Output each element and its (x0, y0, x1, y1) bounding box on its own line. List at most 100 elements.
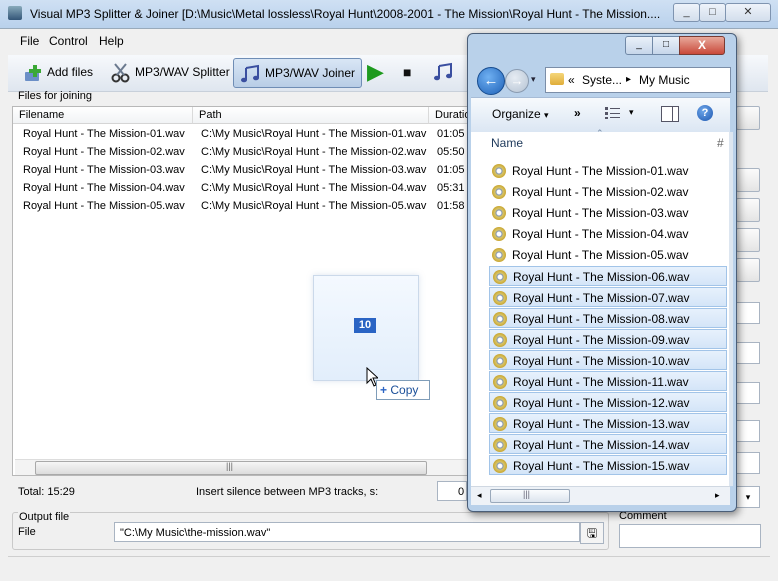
explorer-file-item[interactable]: Royal Hunt - The Mission-11.wav (489, 371, 727, 391)
address-parent[interactable]: Syste... (582, 68, 622, 92)
history-dropdown[interactable]: ▾ (531, 74, 536, 85)
explorer-file-name: Royal Hunt - The Mission-04.wav (512, 227, 689, 241)
organize-button[interactable]: Organize ▾ (492, 107, 549, 121)
music-notes-icon (240, 64, 262, 84)
side-field-5[interactable] (736, 452, 760, 474)
wav-file-icon (492, 227, 506, 241)
explorer-close-button[interactable]: X (679, 36, 725, 55)
forward-button[interactable]: → (505, 69, 529, 93)
explorer-file-item[interactable]: Royal Hunt - The Mission-03.wav (489, 203, 727, 223)
views-arrow-icon[interactable]: ▾ (629, 107, 634, 118)
add-files-button[interactable]: Add files (16, 58, 99, 86)
side-button-1[interactable] (736, 106, 760, 130)
explorer-file-item[interactable]: Royal Hunt - The Mission-15.wav (489, 455, 727, 475)
close-button[interactable]: ✕ (725, 3, 771, 22)
table-row[interactable]: Royal Hunt - The Mission-02.wav C:\My Mus… (13, 143, 483, 161)
wav-file-icon (493, 396, 507, 410)
explorer-file-item[interactable]: Royal Hunt - The Mission-12.wav (489, 392, 727, 412)
wav-file-icon (493, 333, 507, 347)
output-file-input[interactable]: "C:\My Music\the-mission.wav" (114, 522, 580, 542)
maximize-button[interactable]: □ (699, 3, 726, 22)
explorer-file-name: Royal Hunt - The Mission-13.wav (513, 417, 690, 431)
cell-duration: 01:05 (437, 128, 465, 140)
preview-pane-icon[interactable] (661, 106, 679, 122)
menu-control[interactable]: Control (49, 34, 88, 48)
side-field-1[interactable] (736, 302, 760, 324)
explorer-file-name: Royal Hunt - The Mission-02.wav (512, 185, 689, 199)
explorer-minimize-button[interactable]: _ (625, 36, 653, 55)
address-bar[interactable]: « Syste... ▸ My Music (545, 67, 731, 93)
comment-input[interactable] (619, 524, 761, 548)
explorer-file-item[interactable]: Royal Hunt - The Mission-10.wav (489, 350, 727, 370)
scroll-left-icon[interactable]: ◂ (477, 490, 482, 501)
organize-arrow-icon: ▾ (544, 110, 549, 120)
column-filename[interactable]: Filename (13, 107, 193, 124)
cell-filename: Royal Hunt - The Mission-02.wav (23, 146, 185, 158)
side-field-4[interactable] (736, 420, 760, 442)
more-commands-button[interactable]: » (574, 106, 581, 120)
column-hash[interactable]: # (717, 136, 724, 150)
table-row[interactable]: Royal Hunt - The Mission-04.wav C:\My Mus… (13, 179, 483, 197)
explorer-file-item[interactable]: Royal Hunt - The Mission-04.wav (489, 224, 727, 244)
side-button-3[interactable] (736, 198, 760, 222)
status-bar (8, 556, 770, 577)
side-button-4[interactable] (736, 228, 760, 252)
views-icon[interactable] (605, 107, 621, 119)
address-overflow[interactable]: « (568, 68, 575, 92)
menu-help[interactable]: Help (99, 34, 124, 48)
cell-filename: Royal Hunt - The Mission-01.wav (23, 128, 185, 140)
wav-file-icon (492, 185, 506, 199)
wav-file-icon (492, 164, 506, 178)
back-button[interactable]: ← (477, 67, 505, 95)
play-button[interactable]: ▶ (367, 59, 384, 85)
silence-input[interactable]: 0 (437, 481, 467, 501)
explorer-file-item[interactable]: Royal Hunt - The Mission-02.wav (489, 182, 727, 202)
side-dropdown[interactable]: ▾ (736, 486, 760, 508)
address-separator[interactable]: ▸ (626, 68, 631, 92)
table-row[interactable]: Royal Hunt - The Mission-05.wav C:\My Mus… (13, 197, 483, 215)
silence-label: Insert silence between MP3 tracks, s: (196, 486, 379, 498)
wav-file-icon (493, 417, 507, 431)
minimize-button[interactable]: _ (673, 3, 700, 22)
table-row[interactable]: Royal Hunt - The Mission-01.wav C:\My Mus… (13, 125, 483, 143)
explorer-file-item[interactable]: Royal Hunt - The Mission-05.wav (489, 245, 727, 265)
menu-file[interactable]: File (20, 34, 39, 48)
explorer-file-item[interactable]: Royal Hunt - The Mission-08.wav (489, 308, 727, 328)
splitter-button[interactable]: MP3/WAV Splitter (104, 58, 236, 86)
side-button-2[interactable] (736, 168, 760, 192)
cell-path: C:\My Music\Royal Hunt - The Mission-01.… (201, 128, 427, 140)
joiner-button[interactable]: MP3/WAV Joiner (233, 58, 363, 88)
explorer-maximize-button[interactable]: □ (652, 36, 680, 55)
scroll-right-icon[interactable]: ▸ (715, 490, 720, 501)
explorer-file-item[interactable]: Royal Hunt - The Mission-07.wav (489, 287, 727, 307)
side-field-2[interactable] (736, 342, 760, 364)
cell-duration: 01:58 (437, 200, 465, 212)
cell-filename: Royal Hunt - The Mission-05.wav (23, 200, 185, 212)
cell-filename: Royal Hunt - The Mission-04.wav (23, 182, 185, 194)
column-path[interactable]: Path (193, 107, 429, 124)
browse-button[interactable]: 🖫 (580, 522, 604, 544)
side-button-5[interactable] (736, 258, 760, 282)
wav-file-icon (493, 312, 507, 326)
side-field-3[interactable] (736, 382, 760, 404)
explorer-scroll-thumb[interactable]: ||| (490, 489, 570, 503)
column-name[interactable]: Name (491, 136, 523, 150)
wav-file-icon (493, 459, 507, 473)
address-current[interactable]: My Music (639, 68, 690, 92)
explorer-file-item[interactable]: Royal Hunt - The Mission-09.wav (489, 329, 727, 349)
music-notes-icon-2[interactable] (433, 62, 455, 82)
help-icon[interactable]: ? (697, 105, 713, 121)
scroll-thumb[interactable]: ||| (35, 461, 427, 475)
stop-button[interactable]: ■ (403, 64, 411, 80)
horizontal-scrollbar[interactable]: ||| (15, 459, 469, 475)
explorer-file-item[interactable]: Royal Hunt - The Mission-01.wav (489, 161, 727, 181)
explorer-file-item[interactable]: Royal Hunt - The Mission-14.wav (489, 434, 727, 454)
copy-tooltip: + Copy (376, 380, 430, 400)
explorer-file-item[interactable]: Royal Hunt - The Mission-06.wav (489, 266, 727, 286)
explorer-vertical-scrollbar[interactable] (729, 132, 733, 486)
drag-item-count: 10 (354, 318, 376, 333)
file-label: File (18, 526, 36, 538)
cell-duration: 01:05 (437, 164, 465, 176)
table-row[interactable]: Royal Hunt - The Mission-03.wav C:\My Mus… (13, 161, 483, 179)
explorer-file-item[interactable]: Royal Hunt - The Mission-13.wav (489, 413, 727, 433)
